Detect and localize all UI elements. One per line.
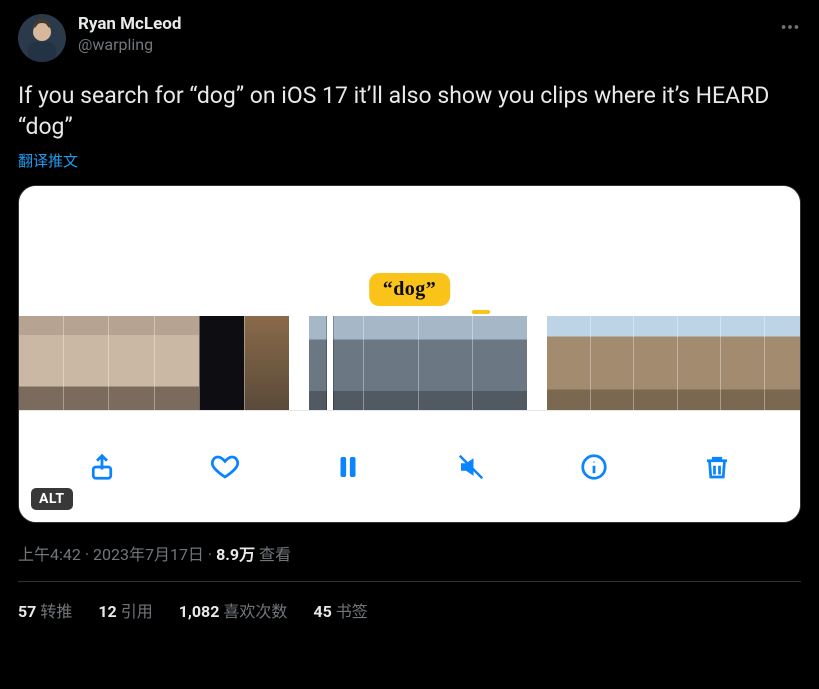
views-label: 查看 bbox=[255, 545, 291, 564]
share-icon bbox=[87, 452, 117, 482]
media-attachment[interactable]: “dog” bbox=[18, 185, 801, 523]
retweets-stat[interactable]: 57转推 bbox=[18, 598, 72, 622]
delete-button[interactable] bbox=[700, 450, 734, 484]
info-button[interactable] bbox=[577, 450, 611, 484]
tweet-date[interactable]: 2023年7月17日 bbox=[93, 545, 204, 564]
display-name: Ryan McLeod bbox=[78, 14, 181, 35]
clip-thumbnail-group[interactable] bbox=[19, 316, 289, 410]
player-toolbar bbox=[19, 410, 800, 522]
tweet-stats-row: 57转推 12引用 1,082喜欢次数 45书签 bbox=[18, 582, 801, 622]
author-block[interactable]: Ryan McLeod @warpling bbox=[78, 14, 181, 55]
caption-pointer bbox=[472, 310, 490, 314]
quotes-stat[interactable]: 12引用 bbox=[98, 598, 152, 622]
translate-link[interactable]: 翻译推文 bbox=[18, 150, 78, 171]
share-button[interactable] bbox=[85, 450, 119, 484]
mute-slash-icon bbox=[456, 452, 486, 482]
playhead[interactable] bbox=[327, 316, 333, 410]
caption-bubble: “dog” bbox=[369, 273, 451, 306]
tweet-meta: 上午4:42 · 2023年7月17日 · 8.9万 查看 bbox=[18, 541, 801, 565]
tweet-container: Ryan McLeod @warpling If you search for … bbox=[0, 0, 819, 622]
more-menu-button[interactable] bbox=[779, 16, 801, 43]
clip-thumbnail-group[interactable] bbox=[309, 316, 527, 410]
info-icon bbox=[579, 452, 609, 482]
bookmarks-stat[interactable]: 45书签 bbox=[313, 598, 367, 622]
avatar[interactable] bbox=[18, 14, 66, 62]
clip-thumbnail-group[interactable] bbox=[547, 316, 800, 410]
video-timeline-strip[interactable] bbox=[19, 316, 800, 410]
tweet-text: If you search for “dog” on iOS 17 it’ll … bbox=[18, 80, 801, 142]
mute-button[interactable] bbox=[454, 450, 488, 484]
views-count: 8.9万 bbox=[216, 545, 255, 564]
handle: @warpling bbox=[78, 35, 181, 55]
like-button[interactable] bbox=[208, 450, 242, 484]
heart-icon bbox=[210, 452, 240, 482]
pause-button[interactable] bbox=[331, 450, 365, 484]
likes-stat[interactable]: 1,082喜欢次数 bbox=[179, 598, 288, 622]
tweet-header: Ryan McLeod @warpling bbox=[18, 14, 801, 62]
tweet-time[interactable]: 上午4:42 bbox=[18, 545, 81, 564]
pause-icon bbox=[333, 452, 363, 482]
trash-icon bbox=[702, 452, 732, 482]
media-top-area: “dog” bbox=[19, 186, 800, 316]
alt-badge[interactable]: ALT bbox=[31, 488, 73, 510]
